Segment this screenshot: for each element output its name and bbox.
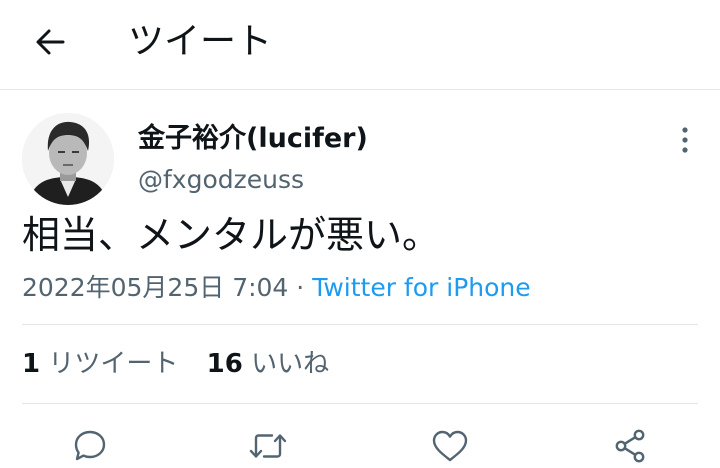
retweet-label: リツイート xyxy=(48,349,179,379)
retweet-button[interactable] xyxy=(248,426,288,466)
page-title: ツイート xyxy=(128,21,273,62)
more-options-button[interactable] xyxy=(670,124,700,156)
like-button[interactable] xyxy=(430,426,470,466)
tweet-meta: 2022年05月25日 7:04 · Twitter for iPhone xyxy=(22,272,531,304)
tweet-stats: 1 リツイート 16 いいね xyxy=(22,347,329,381)
like-count-link[interactable]: 16 いいね xyxy=(207,347,329,381)
avatar-image xyxy=(22,113,114,205)
share-icon xyxy=(615,429,645,463)
like-label: いいね xyxy=(251,349,330,379)
retweet-icon xyxy=(249,434,287,458)
more-vertical-icon xyxy=(682,127,688,153)
share-button[interactable] xyxy=(610,426,650,466)
avatar[interactable] xyxy=(22,113,114,205)
user-handle[interactable]: @fxgodzeuss xyxy=(138,164,304,196)
divider xyxy=(22,324,698,325)
reply-icon xyxy=(74,430,106,461)
reply-button[interactable] xyxy=(70,426,110,466)
arrow-left-icon xyxy=(36,29,65,55)
like-icon xyxy=(432,430,468,462)
meta-separator: · xyxy=(288,273,313,302)
tweet-source-link[interactable]: Twitter for iPhone xyxy=(312,273,530,302)
tweet-timestamp[interactable]: 2022年05月25日 7:04 xyxy=(22,273,288,302)
retweet-count: 1 xyxy=(22,349,41,379)
divider xyxy=(22,403,698,404)
back-button[interactable] xyxy=(26,22,74,62)
user-name[interactable]: 金子裕介(lucifer) xyxy=(138,122,368,156)
retweet-count-link[interactable]: 1 リツイート xyxy=(22,347,178,381)
like-count: 16 xyxy=(206,349,243,379)
top-bar: ツイート xyxy=(0,0,720,90)
tweet-text: 相当、メンタルが悪い。 xyxy=(22,213,441,257)
